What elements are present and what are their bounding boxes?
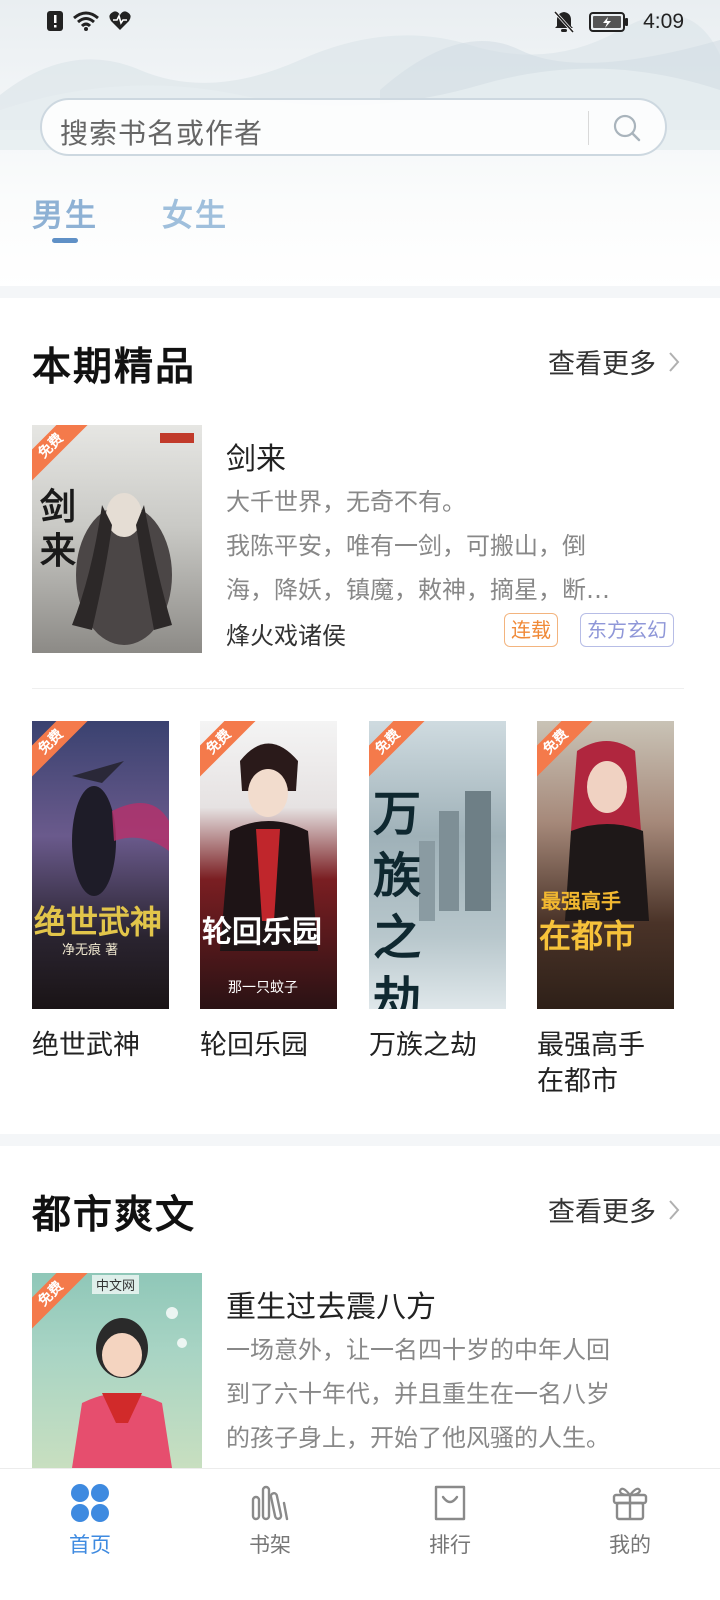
battery-charging-icon [589, 12, 629, 32]
book-cover[interactable]: 剑来 免费 [32, 425, 202, 653]
see-more-link[interactable]: 查看更多 [548, 1190, 680, 1229]
gender-tabs: 男生 女生 [32, 190, 228, 243]
nav-ranking-label: 排行 [429, 1533, 471, 1557]
cover-publisher: 中文网 [92, 1275, 140, 1294]
chevron-right-icon [669, 1199, 680, 1220]
cover-title: 在都市 [539, 917, 636, 955]
home-grid-icon [71, 1484, 109, 1522]
book-description-line: 我陈平安，唯有一剑，可搬山，倒 [226, 532, 586, 560]
search-icon[interactable] [612, 113, 642, 143]
nav-bookshelf[interactable]: 书架 [180, 1469, 360, 1600]
book-description-line: 海，降妖，镇魔，敕神，摘星，断… [226, 576, 610, 604]
book-title[interactable]: 绝世武神 [32, 1028, 172, 1064]
book-title[interactable]: 轮回乐园 [200, 1028, 340, 1064]
section-title: 本期精品 [32, 345, 197, 390]
cover-artwork [220, 743, 318, 951]
book-title[interactable]: 万族之劫 [369, 1028, 509, 1064]
see-more-link[interactable]: 查看更多 [548, 342, 680, 381]
book-description-line: 到了六十年代，并且重生在一名八岁 [226, 1380, 610, 1408]
search-placeholder: 搜索书名或作者 [60, 117, 264, 150]
book-title-line: 在都市 [537, 1066, 618, 1097]
cover-title: 最强高手 [541, 889, 621, 913]
wifi-icon [73, 11, 99, 31]
gift-icon [612, 1487, 648, 1521]
status-tag: 连载 [504, 613, 558, 647]
bottom-navigation: 首页 书架 排行 我的 [0, 1468, 720, 1600]
search-input[interactable]: 搜索书名或作者 [40, 98, 667, 156]
status-bar: 4:09 [0, 0, 720, 48]
ranking-bag-icon [434, 1485, 466, 1521]
tab-male[interactable]: 男生 [32, 190, 98, 243]
book-cover[interactable]: 轮回乐园 那一只蚊子 免费 [200, 721, 337, 1009]
bookshelf-icon [251, 1485, 289, 1521]
nav-ranking[interactable]: 排行 [360, 1469, 540, 1600]
nav-profile[interactable]: 我的 [540, 1469, 720, 1600]
cover-title: 万族之劫 [373, 786, 422, 1009]
book-cover[interactable]: 最强高手 在都市 免费 [537, 721, 674, 1009]
genre-tag: 东方玄幻 [580, 613, 674, 647]
book-cover[interactable]: 万族之劫 免费 [369, 721, 506, 1009]
section-separator [0, 286, 720, 298]
tab-female-label: 女生 [162, 198, 228, 234]
cover-title: 轮回乐园 [202, 915, 322, 950]
nav-home-label: 首页 [69, 1533, 111, 1557]
heart-rate-icon [109, 11, 131, 30]
book-title[interactable]: 重生过去震八方 [226, 1282, 436, 1326]
section-title: 都市爽文 [32, 1193, 197, 1238]
see-more-label: 查看更多 [548, 349, 656, 380]
book-description-line: 大千世界，无奇不有。 [226, 488, 466, 516]
book-description-line: 一场意外，让一名四十岁的中年人回 [226, 1336, 610, 1364]
cover-author: 那一只蚊子 [228, 980, 298, 996]
nav-bookshelf-label: 书架 [249, 1533, 291, 1557]
book-description-line: 的孩子身上，开始了他风骚的人生。 [226, 1424, 610, 1452]
tab-male-label: 男生 [32, 198, 98, 234]
status-time: 4:09 [643, 10, 684, 33]
divider [32, 688, 684, 689]
book-cover[interactable]: 绝世武神 净无痕 著 免费 [32, 721, 169, 1009]
mute-notification-icon [554, 10, 575, 34]
cover-artwork [72, 761, 169, 896]
chevron-right-icon [669, 351, 680, 372]
cover-title: 剑来 [40, 486, 77, 572]
book-title[interactable]: 剑来 [226, 434, 286, 478]
cover-artwork [565, 741, 649, 921]
book-description: 大千世界，无奇不有。 我陈平安，唯有一剑，可搬山，倒 海，降妖，镇魔，敕神，摘星… [226, 480, 610, 612]
nav-profile-label: 我的 [609, 1533, 651, 1557]
book-title-line: 最强高手 [537, 1030, 645, 1061]
see-more-label: 查看更多 [548, 1197, 656, 1228]
tab-female[interactable]: 女生 [162, 190, 228, 235]
book-description: 一场意外，让一名四十岁的中年人回 到了六十年代，并且重生在一名八岁 的孩子身上，… [226, 1328, 610, 1460]
book-cover[interactable]: 中文网 免费 [32, 1273, 202, 1468]
section-separator [0, 1134, 720, 1146]
alert-icon [47, 11, 63, 31]
tab-active-indicator [52, 238, 78, 243]
cover-title: 绝世武神 [34, 903, 163, 941]
search-divider [588, 111, 589, 145]
nav-home[interactable]: 首页 [0, 1469, 180, 1600]
cover-author: 净无痕 著 [62, 943, 119, 958]
book-author: 烽火戏诸侯 [226, 622, 346, 650]
book-title[interactable]: 最强高手 在都市 [537, 1028, 677, 1100]
